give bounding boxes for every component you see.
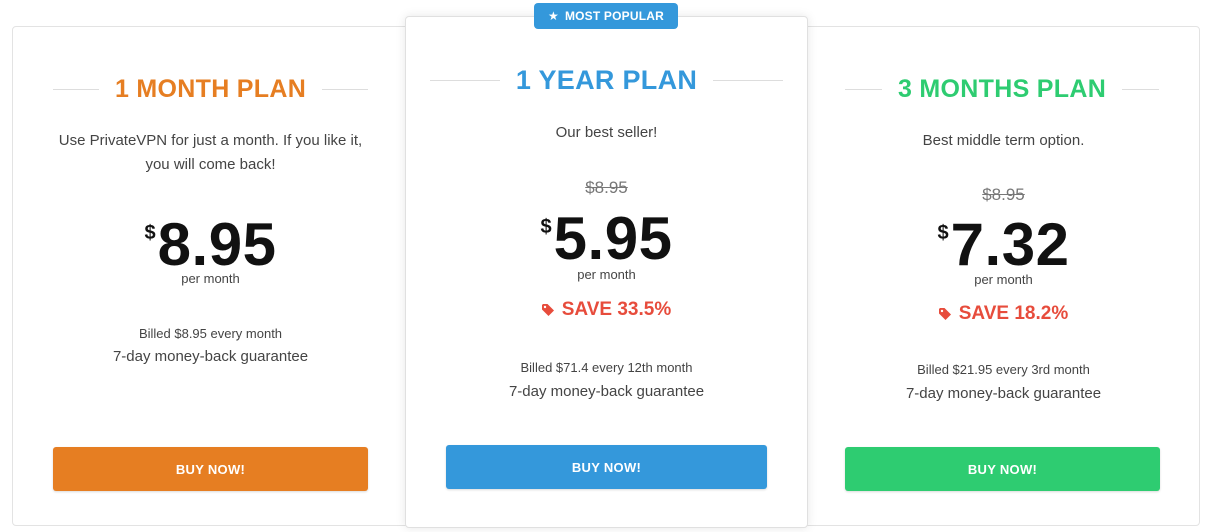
- plan-price: $ 7.32: [808, 211, 1199, 278]
- plan-card-3-months: 3 MONTHS PLAN Best middle term option. $…: [808, 27, 1199, 525]
- plan-title: 3 MONTHS PLAN: [897, 75, 1107, 103]
- billing-info: Billed $71.4 every 12th month: [520, 360, 693, 375]
- plan-title: 1 YEAR PLAN: [515, 65, 698, 95]
- billing-info: Billed $21.95 every 3rd month: [917, 362, 1090, 377]
- badge-label: MOST POPULAR: [564, 9, 665, 23]
- plan-card-1-year: 1 YEAR PLAN Our best seller! $8.95 $ 5.9…: [405, 16, 808, 528]
- price-period: per month: [181, 271, 240, 286]
- divider-line: [53, 89, 99, 90]
- buy-now-button-3-months[interactable]: BUY NOW!: [845, 447, 1160, 491]
- old-price: $8.95: [982, 185, 1025, 204]
- divider-line: [845, 89, 882, 90]
- price-amount: 5.95: [553, 205, 673, 272]
- old-price: $8.95: [585, 178, 628, 197]
- price-amount: 8.95: [157, 211, 277, 278]
- buy-now-button-1-year[interactable]: BUY NOW!: [446, 445, 767, 489]
- currency-symbol: $: [540, 216, 552, 238]
- plan-title-row: 1 MONTH PLAN: [53, 75, 369, 104]
- plan-card-1-month: 1 MONTH PLAN Use PrivateVPN for just a m…: [13, 27, 408, 525]
- savings-text: SAVE 18.2%: [958, 303, 1069, 324]
- guarantee-text: 7-day money-back guarantee: [112, 348, 309, 365]
- currency-symbol: $: [144, 222, 156, 244]
- savings-label: SAVE 18.2%: [808, 303, 1199, 325]
- currency-symbol: $: [937, 222, 949, 244]
- guarantee-text: 7-day money-back guarantee: [508, 383, 705, 400]
- most-popular-badge: ★ MOST POPULAR: [534, 3, 678, 29]
- plan-title: 1 MONTH PLAN: [114, 75, 307, 103]
- plan-description: Our best seller!: [555, 124, 658, 141]
- price-period: per month: [577, 267, 636, 282]
- plan-description: Use PrivateVPN for just a month. If you …: [58, 132, 363, 173]
- divider-line: [322, 89, 369, 90]
- guarantee-text: 7-day money-back guarantee: [905, 385, 1102, 402]
- savings-label: SAVE 33.5%: [406, 299, 807, 321]
- plan-title-row: 3 MONTHS PLAN: [845, 75, 1160, 104]
- price-amount: 7.32: [950, 211, 1070, 278]
- plan-description: Best middle term option.: [922, 132, 1085, 149]
- pricing-section: 1 MONTH PLAN Use PrivateVPN for just a m…: [0, 0, 1228, 532]
- tag-icon: [938, 308, 951, 320]
- buy-now-button-1-month[interactable]: BUY NOW!: [53, 447, 368, 491]
- divider-line: [430, 80, 500, 81]
- plan-price: $ 5.95: [406, 205, 807, 272]
- price-period: per month: [974, 272, 1033, 287]
- star-icon: ★: [547, 9, 559, 23]
- billing-info: Billed $8.95 every month: [138, 326, 283, 341]
- tag-icon: [541, 304, 554, 316]
- plan-price: $ 8.95: [13, 211, 408, 278]
- divider-line: [713, 80, 784, 81]
- divider-line: [1122, 89, 1160, 90]
- plan-title-row: 1 YEAR PLAN: [430, 65, 784, 96]
- savings-text: SAVE 33.5%: [561, 299, 672, 320]
